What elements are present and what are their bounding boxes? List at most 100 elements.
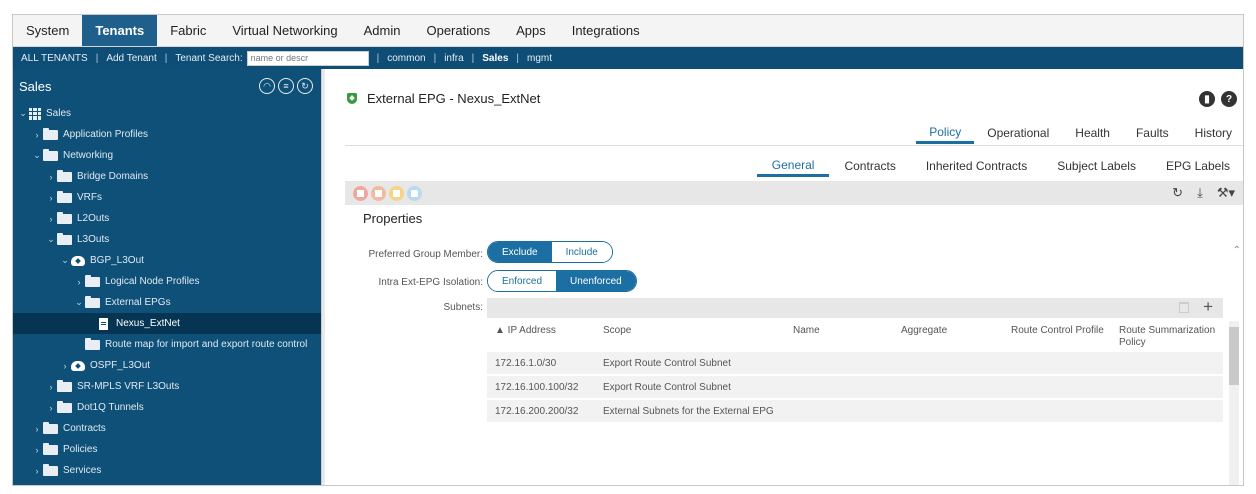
table-scrollbar[interactable] <box>1229 321 1239 485</box>
table-cell: Export Route Control Subnet <box>603 382 731 393</box>
tree-item-label: Logical Node Profiles <box>105 276 200 287</box>
chevron-right-icon[interactable]: › <box>45 172 57 182</box>
subtab-subject-labels[interactable]: Subject Labels <box>1042 155 1151 177</box>
tree-item[interactable]: › Services <box>13 460 321 481</box>
tree-item[interactable]: Route map for import and export route co… <box>13 334 321 355</box>
top-menu-item-virtual-networking[interactable]: Virtual Networking <box>219 15 350 46</box>
tree-item[interactable]: Nexus_ExtNet <box>13 313 321 334</box>
toggle-option-unenforced[interactable]: Unenforced <box>556 271 636 291</box>
tab-operational[interactable]: Operational <box>974 122 1062 144</box>
tenant-link-infra[interactable]: infra <box>444 53 463 64</box>
subtab-inherited-contracts[interactable]: Inherited Contracts <box>911 155 1042 177</box>
table-row[interactable]: 172.16.1.0/30 Export Route Control Subnet <box>487 352 1223 374</box>
top-menu-item-integrations[interactable]: Integrations <box>559 15 653 46</box>
help-icon[interactable]: ? <box>1221 91 1237 107</box>
isolation-label: Intra Ext-EPG Isolation: <box>378 277 484 288</box>
trash-icon[interactable] <box>1179 302 1189 313</box>
tenant-link-common[interactable]: common <box>387 53 425 64</box>
top-menu-item-system[interactable]: System <box>13 15 82 46</box>
chevron-down-icon[interactable]: ⌄ <box>45 234 57 245</box>
chevron-right-icon[interactable]: › <box>31 466 43 476</box>
major-fault-icon[interactable] <box>371 185 386 201</box>
tree-item[interactable]: › OSPF_L3Out <box>13 355 321 376</box>
list-icon[interactable]: ≡ <box>278 78 294 94</box>
subtab-epg-labels[interactable]: EPG Labels <box>1151 155 1243 177</box>
column-header[interactable]: Name <box>793 325 893 337</box>
chevron-down-icon[interactable]: ⌄ <box>59 255 71 266</box>
column-header[interactable]: Route Summarization Policy <box>1119 325 1219 349</box>
tenant-search-input[interactable] <box>246 50 369 66</box>
folder-icon <box>43 148 58 161</box>
top-menu-item-operations[interactable]: Operations <box>413 15 503 46</box>
column-header[interactable]: Aggregate <box>901 325 1001 337</box>
refresh-icon[interactable]: ↻ <box>1172 185 1183 201</box>
toggle-option-exclude[interactable]: Exclude <box>488 242 552 262</box>
table-row[interactable]: 172.16.100.100/32 Export Route Control Su… <box>487 376 1223 398</box>
chevron-right-icon[interactable]: › <box>31 424 43 434</box>
chevron-down-icon[interactable]: ⌄ <box>73 297 85 308</box>
tree-item[interactable]: ⌄ L3Outs <box>13 229 321 250</box>
toggle-option-include[interactable]: Include <box>551 242 612 262</box>
tree-item-label: OSPF_L3Out <box>90 360 151 371</box>
table-row[interactable]: 172.16.200.200/32 External Subnets for th… <box>487 400 1223 422</box>
download-icon[interactable]: ⤓ <box>1197 185 1203 201</box>
tree-item[interactable]: › Dot1Q Tunnels <box>13 397 321 418</box>
tab-faults[interactable]: Faults <box>1123 122 1182 144</box>
pane-splitter[interactable] <box>321 69 325 485</box>
tab-policy[interactable]: Policy <box>916 122 975 144</box>
tree-item[interactable]: ⌄ Sales <box>13 103 321 124</box>
subtab-general[interactable]: General <box>756 155 830 177</box>
column-header[interactable]: Route Control Profile <box>1011 325 1111 337</box>
folder-icon <box>57 379 72 392</box>
chevron-right-icon[interactable]: › <box>73 277 85 287</box>
chevron-right-icon[interactable]: › <box>31 130 43 140</box>
subtab-contracts[interactable]: Contracts <box>829 155 910 177</box>
chevron-right-icon[interactable]: › <box>45 382 57 392</box>
bookmark-icon[interactable]: ▮ <box>1199 91 1215 107</box>
chevron-right-icon[interactable]: › <box>31 445 43 455</box>
document-icon <box>99 317 108 330</box>
table-cell: Export Route Control Subnet <box>603 358 731 369</box>
chevron-down-icon[interactable]: ⌄ <box>17 108 29 119</box>
chevron-up-icon[interactable]: ⌃ <box>1233 245 1241 256</box>
chevron-right-icon[interactable]: › <box>45 214 57 224</box>
tree-item[interactable]: › SR-MPLS VRF L3Outs <box>13 376 321 397</box>
tab-health[interactable]: Health <box>1062 122 1123 144</box>
tab-history[interactable]: History <box>1182 122 1243 144</box>
top-menu-item-admin[interactable]: Admin <box>351 15 414 46</box>
warning-fault-icon[interactable] <box>407 185 422 201</box>
tree-item[interactable]: › Bridge Domains <box>13 166 321 187</box>
top-menu-item-fabric[interactable]: Fabric <box>157 15 219 46</box>
tree-item[interactable]: › Application Profiles <box>13 124 321 145</box>
chevron-right-icon[interactable]: › <box>45 193 57 203</box>
top-menu-item-apps[interactable]: Apps <box>503 15 559 46</box>
quick-start-icon[interactable]: ◠ <box>259 78 275 94</box>
add-icon[interactable]: + <box>1203 297 1213 317</box>
tree-item[interactable]: › VRFs <box>13 187 321 208</box>
tree-item[interactable]: › L2Outs <box>13 208 321 229</box>
scrollbar-thumb[interactable] <box>1229 327 1239 385</box>
tree-item[interactable]: ⌄ Networking <box>13 145 321 166</box>
column-header[interactable]: ▲ IP Address <box>495 325 595 337</box>
column-header[interactable]: Scope <box>603 325 783 337</box>
all-tenants-link[interactable]: ALL TENANTS <box>21 53 88 64</box>
tree-item[interactable]: › Policies <box>13 439 321 460</box>
tree-item[interactable]: ⌄ BGP_L3Out <box>13 250 321 271</box>
tree-item[interactable]: ⌄ External EPGs <box>13 292 321 313</box>
minor-fault-icon[interactable] <box>389 185 404 201</box>
tenant-link-mgmt[interactable]: mgmt <box>527 53 552 64</box>
tree-item[interactable]: › Logical Node Profiles <box>13 271 321 292</box>
top-menu-item-tenants[interactable]: Tenants <box>82 15 158 46</box>
tree-item[interactable]: › Contracts <box>13 418 321 439</box>
chevron-right-icon[interactable]: › <box>45 403 57 413</box>
refresh-icon[interactable]: ↻ <box>297 78 313 94</box>
add-tenant-link[interactable]: Add Tenant <box>106 53 156 64</box>
subnets-label: Subnets: <box>443 302 483 313</box>
tenant-link-sales[interactable]: Sales <box>482 53 508 64</box>
chevron-down-icon[interactable]: ⌄ <box>31 150 43 161</box>
critical-fault-icon[interactable] <box>353 185 368 201</box>
toggle-option-enforced[interactable]: Enforced <box>488 271 557 291</box>
tree-item-label: BGP_L3Out <box>90 255 144 266</box>
chevron-right-icon[interactable]: › <box>59 361 71 371</box>
tools-icon[interactable]: ⚒▾ <box>1217 185 1235 201</box>
